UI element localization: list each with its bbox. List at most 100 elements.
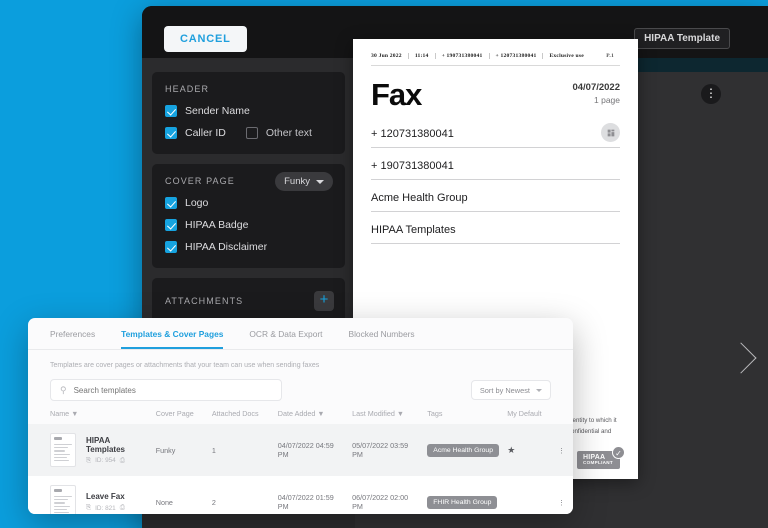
cell-date-added: 04/07/2022 01:59 PM (273, 476, 349, 514)
fax-title-row: Fax 04/07/2022 1 page (371, 79, 620, 110)
cover-page-settings-card: COVER PAGE Funky Logo HIPAA Badge HIPAA … (152, 164, 345, 268)
header-card-title: HEADER (165, 84, 210, 94)
tag-chip[interactable]: FHIR Health Group (427, 495, 498, 509)
checkbox-sender-name[interactable] (165, 105, 177, 117)
option-label: Sender Name (185, 105, 250, 117)
cell-my-default[interactable] (503, 476, 551, 514)
table-row[interactable]: HIPAA Templates ⎘ ID: 954 ⎙ Funky 1 04/0… (28, 424, 573, 476)
row-menu-icon[interactable]: ⋮ (550, 424, 573, 476)
column-tags: Tags (427, 409, 443, 418)
checkbox-other-text[interactable] (245, 127, 258, 139)
cell-cover-page: None (151, 476, 208, 514)
option-label: HIPAA Disclaimer (185, 241, 268, 253)
table-header-row: Name ▼ Cover Page Attached Docs Date Add… (28, 409, 573, 424)
search-icon: ⚲ (60, 384, 67, 395)
preview-more-options-icon[interactable]: ⋮ (701, 84, 721, 104)
cancel-button[interactable]: CANCEL (164, 26, 247, 52)
sort-select[interactable]: Sort by Newest (470, 380, 551, 400)
copy-icon[interactable]: ⎘ (86, 457, 91, 465)
option-label: Other text (265, 127, 312, 139)
cell-date-added: 04/07/2022 04:59 PM (273, 424, 349, 476)
cell-cover-page: Funky (151, 424, 208, 476)
cell-last-modified: 06/07/2022 02:00 PM (348, 476, 424, 514)
column-my-default: My Default (507, 409, 542, 418)
fax-date: 04/07/2022 (572, 82, 620, 93)
search-row: ⚲ Sort by Newest (28, 369, 573, 401)
search-templates-box[interactable]: ⚲ (50, 379, 282, 401)
fax-field-from: + 190731380041 (371, 160, 620, 180)
column-actions (550, 409, 573, 424)
column-attached-docs: Attached Docs (211, 409, 259, 418)
hipaa-compliant-badge: HIPAA COMPLIANT ✓ (576, 445, 625, 469)
hipaa-template-chip[interactable]: HIPAA Template (634, 28, 730, 49)
cell-attached-docs: 1 (207, 424, 274, 476)
column-last-modified[interactable]: Last Modified ▼ (348, 409, 423, 424)
tab-templates-cover-pages[interactable]: Templates & Cover Pages (121, 329, 224, 349)
option-hipaa-disclaimer[interactable]: HIPAA Disclaimer (165, 241, 332, 253)
fax-meta-from: + 190731380041 (434, 53, 489, 59)
fax-meta-date: 30 Jun 2022 (371, 53, 402, 59)
cell-last-modified: 05/07/2022 03:59 PM (348, 424, 424, 476)
template-thumbnail-icon (50, 433, 76, 467)
option-label: HIPAA Badge (185, 219, 249, 231)
checkbox-hipaa-disclaimer[interactable] (165, 241, 177, 253)
tag-chip[interactable]: Acme Health Group (427, 443, 499, 457)
sort-select-label: Sort by Newest (479, 385, 530, 395)
fax-header-meta: 30 Jun 2022 11:14 + 190731380041 + 12073… (371, 53, 620, 66)
fax-field-to: + 120731380041 (371, 128, 620, 148)
fax-date-block: 04/07/2022 1 page (572, 79, 620, 105)
column-date-added[interactable]: Date Added ▼ (274, 409, 348, 424)
cover-page-style-select[interactable]: Funky (275, 172, 333, 191)
hipaa-badge-line2: COMPLIANT (582, 460, 613, 466)
template-id: ⎘ ID: 821 ⎙ (86, 504, 125, 512)
settings-tabs: Preferences Templates & Cover Pages OCR … (28, 318, 573, 350)
column-cover-page: Cover Page (155, 409, 194, 418)
fax-meta-time: 11:14 (407, 53, 435, 59)
fax-fields: + 120731380041 + 190731380041 Acme Healt… (371, 123, 620, 244)
option-logo[interactable]: Logo (165, 197, 332, 209)
cell-tags: Acme Health Group (423, 424, 504, 476)
option-hipaa-badge[interactable]: HIPAA Badge (165, 219, 332, 231)
copy-icon[interactable]: ⎘ (86, 504, 91, 512)
checkbox-hipaa-badge[interactable] (165, 219, 177, 231)
fax-field-company: Acme Health Group (371, 192, 620, 212)
tab-preferences[interactable]: Preferences (50, 329, 95, 349)
fax-meta-page: P.1 (606, 53, 614, 59)
table-row[interactable]: Leave Fax ⎘ ID: 821 ⎙ None 2 04/07/2022 … (28, 476, 573, 514)
checkbox-caller-id[interactable] (165, 127, 177, 139)
template-thumbnail-icon (50, 485, 76, 514)
fax-title: Fax (371, 77, 422, 112)
chevron-down-icon (536, 388, 542, 392)
company-logo-icon (601, 123, 620, 142)
add-attachment-icon[interactable]: + (314, 291, 334, 311)
duplicate-icon[interactable]: ⎙ (120, 457, 125, 465)
fax-field-subject: HIPAA Templates (371, 224, 620, 244)
tab-ocr-data-export[interactable]: OCR & Data Export (249, 329, 322, 349)
duplicate-icon[interactable]: ⎙ (120, 504, 125, 512)
cell-attached-docs: 2 (207, 476, 274, 514)
star-icon[interactable]: ★ (507, 445, 515, 455)
fax-page-count: 1 page (594, 95, 620, 105)
template-name: Leave Fax (86, 492, 125, 501)
panel-description: Templates are cover pages or attachments… (50, 362, 320, 369)
search-input[interactable] (73, 385, 272, 395)
chevron-down-icon (316, 179, 324, 184)
option-label: Logo (185, 197, 209, 209)
templates-table: Name ▼ Cover Page Attached Docs Date Add… (28, 409, 573, 514)
checkbox-logo[interactable] (165, 197, 177, 209)
templates-settings-panel: Preferences Templates & Cover Pages OCR … (28, 318, 573, 514)
option-sender-name[interactable]: Sender Name (165, 105, 332, 117)
cell-my-default[interactable]: ★ (503, 424, 551, 476)
tab-blocked-numbers[interactable]: Blocked Numbers (348, 329, 414, 349)
option-label: Caller ID (185, 127, 226, 139)
template-id: ⎘ ID: 954 ⎙ (86, 456, 125, 465)
row-menu-icon[interactable]: ⋮ (550, 476, 573, 514)
cell-name: Leave Fax ⎘ ID: 821 ⎙ (28, 476, 152, 514)
fax-meta-to: + 120731380041 (488, 53, 543, 59)
column-name[interactable]: Name ▼ (28, 409, 152, 424)
next-page-arrow-icon[interactable] (725, 342, 757, 374)
cell-tags: FHIR Health Group (423, 476, 504, 514)
attachments-title: ATTACHMENTS (165, 296, 244, 306)
cover-page-style-value: Funky (284, 176, 310, 187)
check-circle-icon: ✓ (612, 445, 625, 459)
